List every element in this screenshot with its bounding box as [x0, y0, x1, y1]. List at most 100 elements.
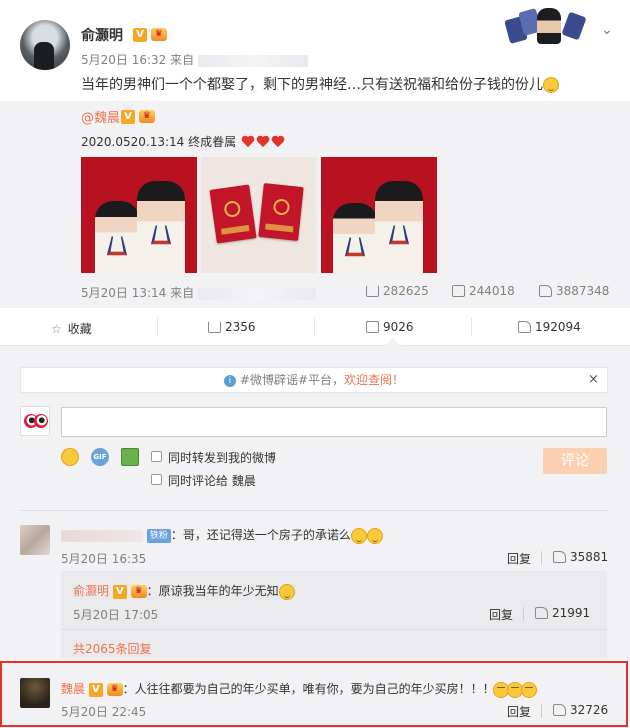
divider: [61, 629, 607, 630]
smile-emoji-icon: [366, 527, 383, 544]
thumb-up-icon: [553, 550, 566, 563]
repost-text: 2020.0520.13:14 终成眷属: [81, 135, 237, 149]
vip-crown-icon: ♛: [138, 110, 155, 123]
comment-submit-button[interactable]: 评论: [543, 448, 607, 474]
deco-piece: [561, 11, 587, 41]
sub-reply-author[interactable]: 俞灏明: [73, 584, 109, 598]
post-meta: 5月20日 16:32 来自: [81, 51, 308, 68]
repost-comment-button[interactable]: 244018: [452, 284, 515, 298]
forward-icon: [208, 320, 221, 333]
forward-button[interactable]: 2356: [208, 320, 256, 334]
like-button[interactable]: 192094: [518, 320, 581, 334]
sync-comment-label: 同时评论给 魏晨: [168, 474, 256, 488]
uniform-collar: [150, 225, 172, 245]
divider: [314, 318, 315, 336]
repost-forward-button[interactable]: 282625: [366, 284, 429, 298]
verified-badge: V: [133, 27, 147, 42]
heart-emoji-icon: [271, 136, 285, 149]
uniform-collar: [344, 237, 366, 257]
smile-emoji-icon: [278, 583, 295, 600]
certificate-title-bar: [265, 223, 294, 233]
laugh-emoji-icon: [520, 681, 537, 698]
emblem-icon: [272, 198, 291, 216]
emblem-icon: [223, 200, 242, 219]
gif-icon[interactable]: GIF: [91, 448, 109, 466]
post-text: 当年的男神们一个个都娶了，剩下的男神经…只有送祝福和给份子钱的份儿: [81, 77, 543, 93]
reply-button[interactable]: 回复: [507, 703, 531, 720]
like-count: 192094: [535, 320, 581, 334]
comment-1-like-button[interactable]: 35881: [553, 550, 608, 564]
decoration-card-image: [503, 8, 591, 46]
avatar-eye: [34, 414, 48, 428]
vip-crown-icon: ♛: [106, 683, 123, 696]
sub-reply-like-button[interactable]: 21991: [535, 606, 590, 620]
emoji-icon[interactable]: [61, 448, 79, 466]
photo-bride: [95, 201, 139, 273]
uniform-collar: [388, 225, 410, 245]
author-badges: V ♛: [133, 27, 167, 42]
commenter-avatar[interactable]: [20, 525, 50, 555]
author-name[interactable]: 俞灏明: [81, 25, 123, 45]
comment-count: 9026: [383, 320, 414, 334]
divider: [541, 704, 542, 718]
heart-emoji-icon: [241, 136, 255, 149]
verified-badge: V: [121, 109, 135, 124]
marriage-certificate: [209, 184, 257, 244]
heart-emoji-icon: [256, 136, 270, 149]
more-replies-link[interactable]: 共2065条回复: [73, 640, 152, 657]
favorite-label: 收藏: [67, 322, 92, 336]
author-avatar[interactable]: [20, 20, 70, 70]
repost-like-button[interactable]: 3887348: [539, 284, 609, 298]
comment-1: 铁粉 ：哥，还记得送一个房子的承诺么: [61, 526, 383, 544]
verified-badge: V: [112, 584, 127, 599]
my-avatar[interactable]: [20, 406, 50, 436]
repost-photo-1[interactable]: [81, 157, 197, 273]
repost-photo-3[interactable]: [321, 157, 437, 273]
divider: [471, 318, 472, 336]
commenter-name-redacted[interactable]: [61, 529, 143, 542]
repost-author[interactable]: @魏晨: [81, 107, 120, 126]
repost-source-redacted: [197, 287, 316, 300]
comment-input[interactable]: [61, 407, 607, 437]
photo-bride: [333, 203, 377, 273]
marriage-certificate: [258, 183, 304, 241]
reply-button[interactable]: 回复: [507, 550, 531, 567]
repost-author-badges: V ♛: [121, 109, 155, 124]
sync-forward-checkbox[interactable]: [151, 451, 162, 462]
weibo-card: 俞灏明 V ♛ 5月20日 16:32 来自 ⌄ 当年的男神们一个个都娶了，剩下…: [0, 0, 630, 728]
reply-button[interactable]: 回复: [489, 606, 513, 623]
divider: [541, 551, 542, 565]
vip-crown-icon: ♛: [130, 585, 147, 598]
favorite-button[interactable]: ☆ 收藏: [51, 320, 92, 337]
thumb-up-icon: [518, 320, 531, 333]
sub-reply: 俞灏明 V ♛ ：原谅我当年的年少无知: [73, 582, 295, 600]
repost-time: 5月20日 13:14 来自: [81, 286, 195, 300]
comment-2-author[interactable]: 魏晨: [61, 682, 85, 696]
rumor-notice-bar[interactable]: i #微博辟谣#平台，欢迎查阅！: [20, 367, 608, 393]
sync-comment-checkbox[interactable]: [151, 474, 162, 485]
sub-reply-like-count: 21991: [552, 606, 591, 620]
image-icon[interactable]: [121, 448, 139, 466]
deco-portrait: [537, 8, 561, 44]
verified-badge: V: [88, 682, 103, 697]
chevron-down-icon[interactable]: ⌄: [601, 22, 613, 38]
divider: [20, 510, 608, 511]
commenter-avatar[interactable]: [20, 678, 50, 708]
comment-2-like-button[interactable]: 32726: [553, 703, 608, 717]
repost-like-count: 3887348: [556, 284, 610, 298]
notice-link[interactable]: 欢迎查阅！: [344, 373, 404, 387]
repost-photo-2[interactable]: [201, 157, 317, 273]
repost-forward-count: 282625: [383, 284, 429, 298]
thumb-up-icon: [535, 606, 548, 619]
close-icon[interactable]: ×: [588, 372, 599, 387]
vip-crown-icon: ♛: [150, 28, 167, 41]
comment-pointer: [385, 338, 401, 346]
thumb-up-icon: [539, 284, 552, 297]
comment-2-time: 5月20日 22:45: [61, 705, 147, 719]
comment-button[interactable]: 9026: [366, 320, 414, 334]
notice-text: #微博辟谣#平台，: [239, 373, 345, 387]
comment-2: 魏晨 V ♛ ：人往往都要为自己的年少买单，唯有你，要为自己的年少买房！！！: [61, 680, 537, 698]
sub-reply-time: 5月20日 17:05: [73, 608, 159, 622]
star-icon: ☆: [51, 322, 62, 336]
forward-count: 2356: [225, 320, 256, 334]
